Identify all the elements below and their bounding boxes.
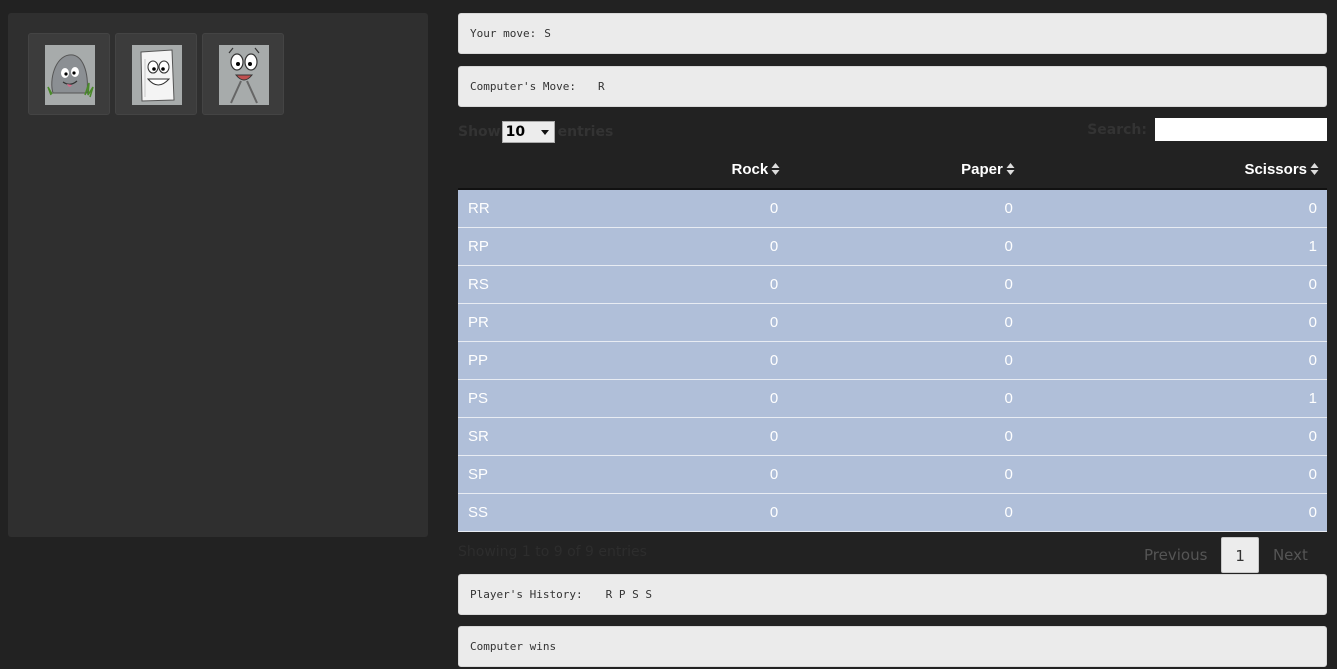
page-1-button[interactable]: 1 bbox=[1221, 537, 1259, 573]
table-cell: 0 bbox=[1022, 303, 1327, 342]
table-row: SP 0 0 0 bbox=[458, 455, 1327, 494]
table-cell: 0 bbox=[1022, 417, 1327, 456]
rock-button[interactable] bbox=[28, 33, 110, 115]
table-row: RR 0 0 0 bbox=[458, 189, 1327, 228]
table-cell: 0 bbox=[631, 417, 789, 456]
pagination: Previous 1 Next bbox=[1130, 537, 1322, 573]
table-cell: 1 bbox=[1022, 379, 1327, 418]
table-cell: 0 bbox=[1022, 493, 1327, 532]
header-label: Paper bbox=[961, 160, 1003, 178]
table-cell: 0 bbox=[631, 303, 789, 342]
scissors-button[interactable] bbox=[202, 33, 284, 115]
player-history-well: Player's History: R P S S bbox=[458, 574, 1327, 615]
table-cell: 0 bbox=[788, 265, 1023, 304]
table-row: PP 0 0 0 bbox=[458, 341, 1327, 380]
table-body: RR 0 0 0 RP 0 0 1 RS 0 0 0 PR 0 0 0 PP 0 0 0 PS 0 0 1 SR 0 0 0 SP 0 0 0… bbox=[458, 189, 1327, 532]
entries-label: entries bbox=[557, 124, 614, 140]
table-cell: 0 bbox=[1022, 341, 1327, 380]
paper-button[interactable] bbox=[115, 33, 197, 115]
table-cell: 0 bbox=[788, 417, 1023, 456]
table-cell: 1 bbox=[1022, 227, 1327, 266]
header-blank bbox=[458, 150, 632, 190]
computer-move-well: Computer's Move: R bbox=[458, 66, 1327, 107]
table-row: PR 0 0 0 bbox=[458, 303, 1327, 342]
table-row: SR 0 0 0 bbox=[458, 417, 1327, 456]
row-label: SR bbox=[458, 417, 632, 456]
table-cell: 0 bbox=[788, 379, 1023, 418]
search-control: Search: bbox=[1087, 118, 1327, 141]
table-row: RS 0 0 0 bbox=[458, 265, 1327, 304]
row-label: PP bbox=[458, 341, 632, 380]
page-length-select[interactable]: 10 bbox=[501, 121, 555, 143]
page-length-value: 10 bbox=[505, 124, 526, 140]
row-label: SS bbox=[458, 493, 632, 532]
result-text: Computer wins bbox=[470, 640, 557, 653]
row-label: SP bbox=[458, 455, 632, 494]
header-label: Rock bbox=[731, 160, 769, 178]
table-row: PS 0 0 1 bbox=[458, 379, 1327, 418]
your-move-label: Your move: bbox=[470, 27, 537, 40]
table-cell: 0 bbox=[631, 189, 789, 228]
paper-icon bbox=[132, 45, 182, 105]
row-label: PS bbox=[458, 379, 632, 418]
table-header-row: Rock Paper Scissors bbox=[458, 150, 1327, 190]
row-label: PR bbox=[458, 303, 632, 342]
sort-icon bbox=[1006, 162, 1015, 175]
next-button[interactable]: Next bbox=[1259, 537, 1322, 573]
table-cell: 0 bbox=[631, 341, 789, 380]
table-cell: 0 bbox=[1022, 455, 1327, 494]
player-history-label: Player's History: bbox=[470, 588, 583, 601]
row-label: RS bbox=[458, 265, 632, 304]
header-scissors[interactable]: Scissors bbox=[1022, 150, 1327, 190]
table-cell: 0 bbox=[788, 227, 1023, 266]
table-cell: 0 bbox=[788, 493, 1023, 532]
player-history-value: R P S S bbox=[605, 588, 652, 601]
table-cell: 0 bbox=[788, 303, 1023, 342]
history-table: Rock Paper Scissors RR 0 0 0 RP 0 0 1 RS 0 0 0 PR 0 0 0… bbox=[458, 150, 1327, 532]
row-label: RR bbox=[458, 189, 632, 228]
table-row: RP 0 0 1 bbox=[458, 227, 1327, 266]
table-cell: 0 bbox=[1022, 265, 1327, 304]
your-move-well: Your move: S bbox=[458, 13, 1327, 54]
show-label: Show bbox=[458, 124, 501, 140]
previous-button[interactable]: Previous bbox=[1130, 537, 1221, 573]
table-controls: Show 10 entries Search: bbox=[458, 118, 1327, 144]
your-move-value: S bbox=[544, 27, 551, 40]
rock-icon bbox=[45, 45, 95, 105]
computer-move-label: Computer's Move: bbox=[470, 80, 576, 93]
sort-icon bbox=[771, 162, 780, 175]
search-label: Search: bbox=[1087, 121, 1147, 138]
header-paper[interactable]: Paper bbox=[788, 150, 1023, 190]
table-cell: 0 bbox=[631, 455, 789, 494]
header-label: Scissors bbox=[1244, 160, 1307, 178]
page-length-control: Show 10 entries bbox=[458, 121, 613, 143]
chevron-down-icon bbox=[540, 130, 549, 135]
move-panel bbox=[8, 13, 428, 537]
table-cell: 0 bbox=[631, 227, 789, 266]
table-info: Showing 1 to 9 of 9 entries bbox=[458, 544, 647, 560]
table-cell: 0 bbox=[788, 455, 1023, 494]
table-cell: 0 bbox=[631, 493, 789, 532]
result-well: Computer wins bbox=[458, 626, 1327, 667]
search-input[interactable] bbox=[1155, 118, 1327, 141]
table-cell: 0 bbox=[631, 265, 789, 304]
table-row: SS 0 0 0 bbox=[458, 493, 1327, 532]
table-cell: 0 bbox=[631, 379, 789, 418]
header-rock[interactable]: Rock bbox=[631, 150, 789, 190]
table-cell: 0 bbox=[788, 341, 1023, 380]
scissors-icon bbox=[219, 45, 269, 105]
computer-move-value: R bbox=[597, 80, 605, 93]
table-cell: 0 bbox=[788, 189, 1023, 228]
table-cell: 0 bbox=[1022, 189, 1327, 228]
row-label: RP bbox=[458, 227, 632, 266]
sort-icon bbox=[1310, 162, 1319, 175]
